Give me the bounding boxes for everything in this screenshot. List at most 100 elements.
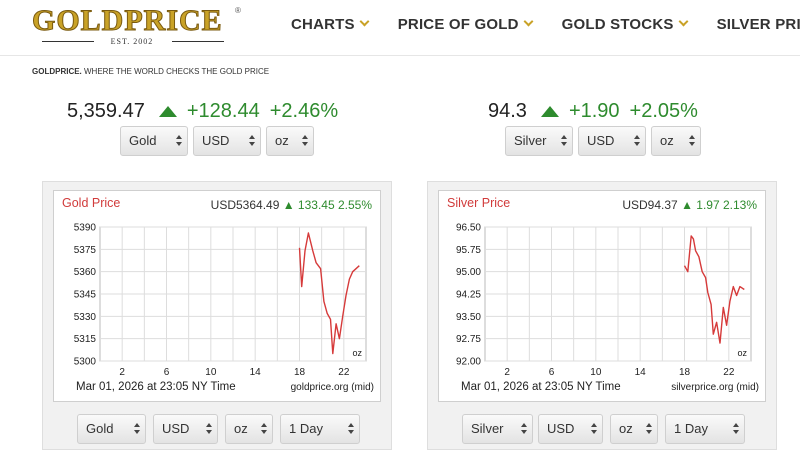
- x-tick-label: 14: [250, 367, 262, 378]
- gold-chart: 5390 5375 5360 5345 5330 5315 5300 2 6 10 14 18 22 oz…: [53, 190, 381, 402]
- chart-source: silverprice.org (mid): [671, 382, 759, 393]
- y-tick-label: 95.75: [456, 245, 481, 256]
- y-tick-label: 95.00: [456, 267, 481, 278]
- x-tick-label: 18: [294, 367, 306, 378]
- x-tick-label: 22: [723, 367, 735, 378]
- silver-chart-unit-select[interactable]: oz: [610, 414, 658, 444]
- main-nav: CHARTS PRICE OF GOLD GOLD STOCKS SILVER …: [291, 14, 800, 34]
- goldprice-logo[interactable]: GOLDPRICE ® EST. 2002: [32, 4, 242, 47]
- y-tick-label: 5390: [74, 223, 97, 234]
- silver-chart-range-select[interactable]: 1 Day: [665, 414, 745, 444]
- y-tick-label: 5315: [74, 334, 97, 345]
- chart-timestamp: Mar 01, 2026 at 23:05 NY Time: [76, 381, 236, 393]
- select-arrows-icon: [646, 423, 652, 435]
- chevron-down-icon: [359, 16, 370, 27]
- select-arrows-icon: [521, 423, 527, 435]
- silver-unit-select[interactable]: oz: [651, 126, 701, 156]
- logo-wordmark: GOLDPRICE: [32, 4, 223, 38]
- select-value: oz: [275, 133, 289, 148]
- chart-quote: USD94.37 ▲ 1.97 2.13%: [622, 198, 757, 212]
- y-tick-label: 92.75: [456, 334, 481, 345]
- x-tick-label: 10: [590, 367, 602, 378]
- chart-quote-change: ▲ 1.97 2.13%: [681, 198, 757, 212]
- select-value: 1 Day: [674, 421, 708, 436]
- nav-item-charts[interactable]: CHARTS: [291, 14, 370, 34]
- select-arrows-icon: [261, 423, 267, 435]
- x-tick-label: 2: [119, 367, 125, 378]
- select-arrows-icon: [561, 135, 567, 147]
- silver-price-headline: 94.3 +1.90 +2.05%: [488, 98, 698, 124]
- x-tick-label: 6: [549, 367, 555, 378]
- chart-title: Gold Price: [62, 196, 121, 210]
- site-header: GOLDPRICE ® EST. 2002 CHARTS PRICE OF GO…: [0, 0, 800, 56]
- gold-chart-unit-select[interactable]: oz: [225, 414, 273, 444]
- gold-chart-currency-select[interactable]: USD: [153, 414, 218, 444]
- silver-price-chart[interactable]: 96.50 95.75 95.00 94.25 93.50 92.75 92.00 2 6 10 1…: [439, 191, 767, 403]
- select-arrows-icon: [249, 135, 255, 147]
- chart-quote-price: USD5364.49: [210, 198, 280, 212]
- silver-chart-metal-select[interactable]: Silver: [462, 414, 533, 444]
- logo-rule-right: [172, 41, 224, 42]
- x-tick-label: 10: [205, 367, 217, 378]
- gold-price-headline: 5,359.47 +128.44 +2.46%: [67, 98, 338, 124]
- gold-chart-range-select[interactable]: 1 Day: [280, 414, 360, 444]
- select-arrows-icon: [733, 423, 739, 435]
- nav-item-gold-stocks[interactable]: GOLD STOCKS: [561, 14, 689, 34]
- select-arrows-icon: [689, 135, 695, 147]
- y-tick-label: 5300: [74, 357, 97, 368]
- silver-chart-panel: 96.50 95.75 95.00 94.25 93.50 92.75 92.00 2 6 10 1…: [427, 181, 777, 450]
- select-value: oz: [660, 133, 674, 148]
- x-tick-label: 2: [504, 367, 510, 378]
- logo-registered-mark: ®: [235, 6, 241, 15]
- select-arrows-icon: [134, 423, 140, 435]
- y-tick-label: 94.25: [456, 290, 481, 301]
- x-tick-label: 14: [635, 367, 647, 378]
- select-value: Silver: [514, 133, 547, 148]
- nav-item-price-of-gold[interactable]: PRICE OF GOLD: [398, 14, 534, 34]
- select-value: USD: [547, 421, 575, 436]
- silver-metal-select[interactable]: Silver: [505, 126, 573, 156]
- gold-chart-metal-select[interactable]: Gold: [77, 414, 146, 444]
- gold-unit-select[interactable]: oz: [266, 126, 314, 156]
- select-arrows-icon: [302, 135, 308, 147]
- chart-quote: USD5364.49 ▲ 133.45 2.55%: [211, 198, 372, 212]
- unit-label: oz: [737, 348, 747, 358]
- y-tick-label: 92.00: [456, 357, 481, 368]
- silver-price-value: 94.3: [488, 99, 527, 122]
- select-value: 1 Day: [289, 421, 323, 436]
- silver-currency-select[interactable]: USD: [578, 126, 646, 156]
- nav-item-silver-price[interactable]: SILVER PRICE: [717, 14, 800, 34]
- gold-price-value: 5,359.47: [67, 99, 145, 122]
- select-arrows-icon: [591, 423, 597, 435]
- gold-currency-select[interactable]: USD: [193, 126, 261, 156]
- chevron-down-icon: [523, 16, 534, 27]
- x-tick-label: 6: [164, 367, 170, 378]
- y-tick-label: 5360: [74, 267, 97, 278]
- chart-quote-price: USD94.37: [622, 198, 678, 212]
- nav-label: GOLD STOCKS: [561, 15, 674, 33]
- y-tick-label: 5330: [74, 312, 97, 323]
- chart-timestamp: Mar 01, 2026 at 23:05 NY Time: [461, 381, 621, 393]
- gold-metal-select[interactable]: Gold: [120, 126, 188, 156]
- chevron-down-icon: [678, 16, 689, 27]
- select-arrows-icon: [176, 135, 182, 147]
- up-arrow-icon: [158, 105, 177, 117]
- silver-chart-currency-select[interactable]: USD: [538, 414, 603, 444]
- select-value: USD: [162, 421, 190, 436]
- chart-source: goldprice.org (mid): [290, 382, 374, 393]
- breadcrumb-brand[interactable]: GOLDPRICE.: [32, 67, 82, 76]
- unit-label: oz: [352, 348, 362, 358]
- breadcrumb: GOLDPRICE. WHERE THE WORLD CHECKS THE GO…: [32, 67, 269, 76]
- gold-price-chart[interactable]: 5390 5375 5360 5345 5330 5315 5300 2 6 10 14 18 22oz: [54, 191, 382, 403]
- gold-price-percent: +2.46%: [269, 99, 339, 122]
- nav-label: SILVER PRICE: [716, 15, 800, 33]
- gold-chart-panel: 5390 5375 5360 5345 5330 5315 5300 2 6 10 14 18 22 oz…: [42, 181, 392, 450]
- chart-title: Silver Price: [447, 196, 511, 210]
- y-tick-label: 5375: [74, 245, 97, 256]
- select-value: Gold: [86, 421, 114, 436]
- y-tick-label: 93.50: [456, 312, 481, 323]
- y-tick-label: 5345: [74, 290, 97, 301]
- select-value: oz: [234, 421, 248, 436]
- gold-price-change: +128.44: [186, 99, 260, 122]
- silver-price-percent: +2.05%: [629, 99, 698, 122]
